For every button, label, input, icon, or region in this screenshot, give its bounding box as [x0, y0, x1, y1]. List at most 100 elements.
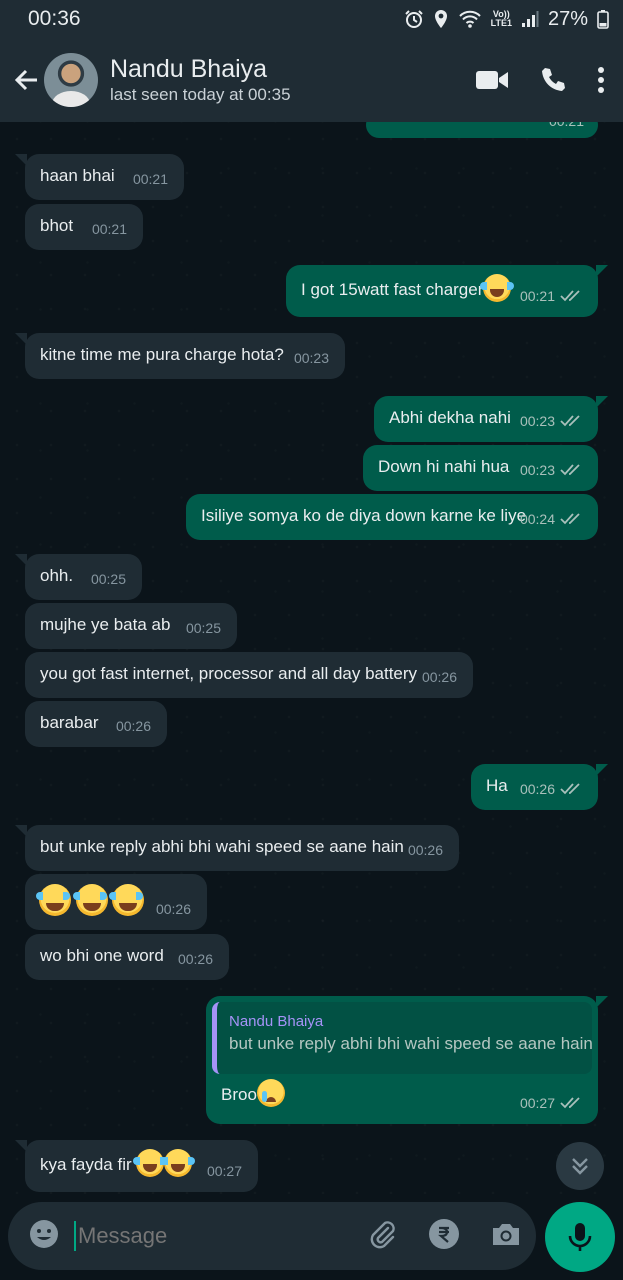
alarm-icon	[404, 9, 424, 29]
message-time: 00:21	[91, 221, 127, 237]
quoted-text: but unke reply abhi bhi wahi speed se aa…	[229, 1034, 593, 1053]
message-bubble-partial[interactable]: 00:21	[366, 122, 598, 138]
message-text-content: kya fayda fir	[40, 1155, 132, 1174]
message-text-content: I got 15watt fast charger	[301, 280, 484, 299]
message-time: 00:26	[115, 718, 151, 734]
battery-icon	[597, 9, 609, 29]
chat-area[interactable]: 00:21 haan bhai 00:21 bhot 00:21 I got 1…	[0, 122, 623, 1194]
message-meta: 00:23	[520, 459, 584, 481]
message-text: Isiliye somya ko de diya down karne ke l…	[201, 506, 527, 525]
message-emojis	[36, 884, 145, 916]
message-time: 00:26	[407, 842, 443, 858]
message-bubble[interactable]: you got fast internet, processor and all…	[25, 652, 473, 698]
message-text: Broo	[221, 1078, 285, 1107]
message-time: 00:26	[421, 669, 457, 685]
status-bar: 00:36 Vo)) LTE1 27%	[0, 0, 623, 38]
emoji-icon	[30, 1219, 58, 1248]
message-text: Abhi dekha nahi	[389, 408, 511, 427]
message-bubble[interactable]: 00:26	[25, 874, 207, 930]
voice-record-button[interactable]	[545, 1202, 615, 1272]
lte-bottom: LTE1	[490, 18, 512, 28]
message-bubble[interactable]: kya fayda fir 00:27	[15, 1140, 258, 1192]
battery-percent: 27%	[547, 7, 588, 30]
message-bubble[interactable]: Isiliye somya ko de diya down karne ke l…	[186, 494, 598, 540]
message-text: but unke reply abhi bhi wahi speed se aa…	[40, 837, 404, 856]
message-time: 00:25	[90, 571, 126, 587]
message-text: ohh.	[40, 566, 74, 585]
message-bubble[interactable]: wo bhi one word 00:26	[25, 934, 229, 980]
message-bubble[interactable]: barabar 00:26	[25, 701, 167, 747]
phone-icon	[542, 68, 565, 91]
laughing-tears-emoji	[133, 1148, 168, 1177]
message-bubble[interactable]: mujhe ye bata ab 00:25	[25, 603, 237, 649]
message-time: 00:26	[155, 901, 191, 917]
message-bubble[interactable]: kitne time me pura charge hota? 00:23	[15, 333, 345, 379]
mic-icon	[568, 1223, 592, 1251]
message-text: kitne time me pura charge hota?	[40, 345, 284, 364]
message-meta: 00:23	[294, 347, 329, 369]
message-time: 00:26	[177, 951, 213, 967]
message-time: 00:23	[293, 350, 329, 366]
message-input[interactable]	[74, 1221, 366, 1251]
camera-icon	[493, 1223, 519, 1245]
rupee-icon	[429, 1218, 459, 1249]
video-call-icon	[476, 71, 508, 89]
message-meta: 00:25	[186, 617, 221, 639]
back-button[interactable]	[10, 60, 42, 100]
laughing-tears-emoji	[480, 273, 515, 302]
message-bubble[interactable]: Abhi dekha nahi 00:23	[374, 396, 608, 442]
message-time: 00:23	[519, 462, 555, 478]
message-bubble[interactable]: Ha 00:26	[471, 764, 608, 810]
message-meta: 00:21	[520, 285, 584, 307]
back-arrow-icon	[14, 69, 37, 91]
message-time: 00:24	[519, 511, 555, 527]
wifi-icon	[458, 9, 482, 29]
status-time: 00:36	[28, 7, 81, 30]
message-meta: 00:21	[92, 218, 127, 240]
message-meta: 00:26	[520, 778, 584, 800]
attach-button[interactable]	[366, 1218, 398, 1255]
message-bubble[interactable]: Down hi nahi hua 00:23	[363, 445, 598, 491]
video-call-button[interactable]	[475, 68, 509, 92]
quoted-message[interactable]: Nandu Bhaiya but unke reply abhi bhi wah…	[212, 1002, 593, 1074]
message-meta: 00:26	[422, 666, 457, 688]
message-meta: 00:27	[520, 1092, 584, 1114]
message-bubble[interactable]: bhot 00:21	[25, 204, 143, 250]
double-check-icon	[560, 1097, 580, 1109]
quoted-author: Nandu Bhaiya	[229, 1013, 324, 1030]
message-bubble-reply[interactable]: Nandu Bhaiya but unke reply abhi bhi wah…	[206, 996, 608, 1124]
message-text: wo bhi one word	[40, 946, 164, 965]
contact-name: Nandu Bhaiya	[110, 55, 268, 83]
message-meta: 00:25	[91, 568, 126, 590]
message-time: 00:23	[519, 413, 555, 429]
message-bubble[interactable]: I got 15watt fast charger 00:21	[286, 265, 608, 317]
message-bubble[interactable]: ohh. 00:25	[15, 554, 142, 600]
emoji-button[interactable]	[28, 1218, 60, 1255]
camera-button[interactable]	[490, 1220, 522, 1253]
message-text: barabar	[40, 713, 99, 732]
chat-header: Nandu Bhaiya last seen today at 00:35	[0, 38, 623, 122]
message-time: 00:27	[519, 1095, 555, 1111]
message-bubble[interactable]: haan bhai 00:21	[15, 154, 184, 200]
payment-button[interactable]	[428, 1218, 460, 1255]
more-options-button[interactable]	[597, 66, 605, 94]
message-text: you got fast internet, processor and all…	[40, 664, 418, 683]
location-icon	[433, 9, 449, 29]
message-meta: 00:26	[156, 898, 191, 920]
message-meta: 00:27	[207, 1160, 242, 1182]
double-check-icon	[560, 290, 580, 302]
laughing-tears-emoji	[72, 884, 108, 916]
scroll-to-bottom-button[interactable]	[556, 1142, 604, 1190]
message-text-content: Broo	[221, 1085, 257, 1104]
double-check-icon	[560, 415, 580, 427]
message-text: bhot	[40, 216, 74, 235]
avatar[interactable]	[44, 53, 98, 107]
signal-icon	[521, 10, 539, 28]
crying-emoji	[256, 1078, 285, 1107]
message-bubble[interactable]: but unke reply abhi bhi wahi speed se aa…	[15, 825, 459, 871]
message-text: Down hi nahi hua	[378, 457, 510, 476]
message-meta: 00:26	[178, 948, 213, 970]
message-text: Ha	[486, 776, 508, 795]
contact-info[interactable]: Nandu Bhaiya last seen today at 00:35	[110, 54, 475, 106]
voice-call-button[interactable]	[539, 66, 567, 94]
